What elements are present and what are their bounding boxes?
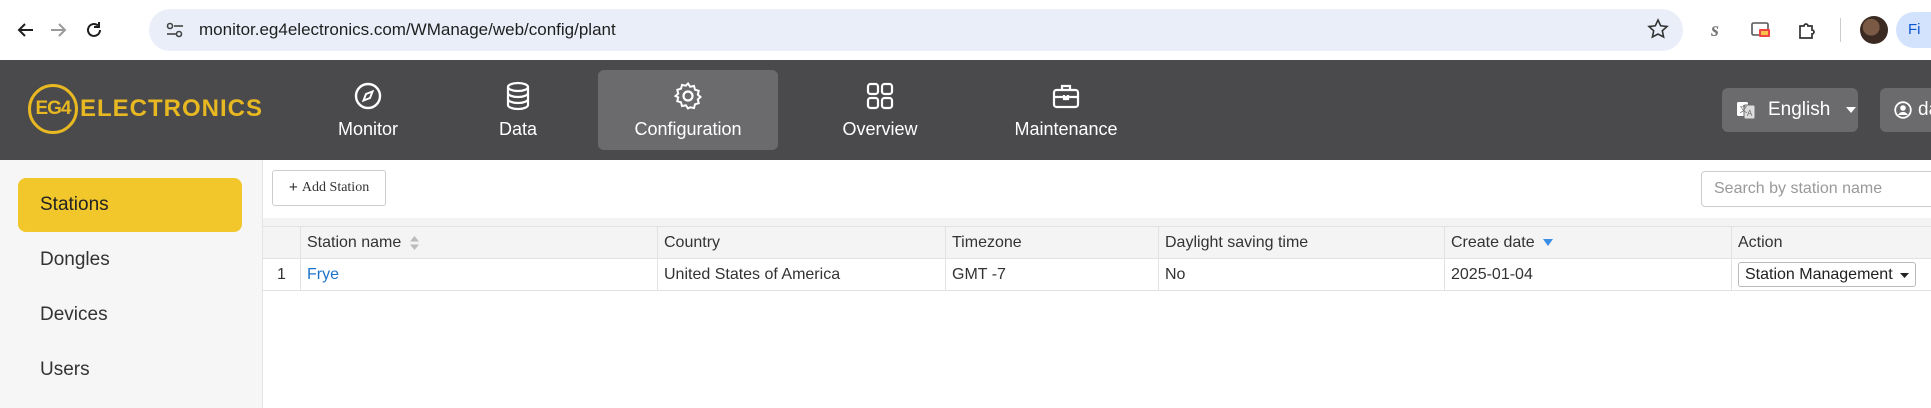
profile-avatar[interactable] [1860,16,1888,44]
forward-button[interactable] [42,12,74,48]
nav-configuration[interactable]: Configuration [598,70,778,150]
back-button[interactable] [10,12,42,48]
nav-label: Overview [842,118,918,139]
language-label: English [1768,99,1831,120]
timezone-cell: GMT -7 [945,259,1158,290]
header-daylight-saving: Daylight saving time [1158,227,1444,258]
sidebar-item-dongles[interactable]: Dongles [18,233,242,287]
url-text[interactable]: monitor.eg4electronics.com/WManage/web/c… [199,20,616,40]
user-label: da [1918,99,1931,120]
table-header-row: Station name Country Timezone Daylight s… [263,226,1931,259]
add-station-label: Add Station [301,180,370,195]
header-index [263,227,300,258]
database-icon [506,81,530,110]
add-station-button[interactable]: + Add Station [272,170,386,206]
grid-icon [866,82,894,109]
toolbar-divider [1840,18,1841,42]
action-cell: Station Management [1731,259,1931,290]
plus-icon: + [288,179,298,196]
country-cell: United States of America [657,259,945,290]
browser-chrome: monitor.eg4electronics.com/WManage/web/c… [0,0,1931,60]
sidebar-item-users[interactable]: Users [18,343,242,397]
stations-table: Station name Country Timezone Daylight s… [263,226,1931,291]
bookmark-star-icon[interactable] [1647,18,1669,40]
profile-button[interactable]: Fi [1896,12,1931,48]
language-selector[interactable]: 文 A English [1722,88,1858,132]
logo-mark: EG4 [28,84,78,134]
extensions-puzzle-icon[interactable] [1792,14,1822,46]
gear-icon [673,81,703,110]
header-station-name[interactable]: Station name [300,227,657,258]
nav-overview[interactable]: Overview [790,70,970,150]
user-circle-icon [1894,101,1912,119]
cast-icon[interactable] [1746,14,1776,46]
station-name-link[interactable]: Frye [307,266,339,283]
nav-data[interactable]: Data [428,70,608,150]
reload-button[interactable] [78,12,110,48]
sidebar: Stations Dongles Devices Users [0,160,263,408]
action-label: Station Management [1745,266,1893,283]
header-create-date[interactable]: Create date [1444,227,1731,258]
daylight-saving-cell: No [1158,259,1444,290]
nav-label: Data [498,118,538,139]
user-menu[interactable]: da [1880,88,1931,132]
header-timezone: Timezone [945,227,1158,258]
row-index: 1 [277,266,286,283]
arrow-right-icon [51,23,67,37]
nav-label: Configuration [634,118,742,139]
caret-down-icon [1900,273,1909,278]
header-country: Country [657,227,945,258]
svg-text:A: A [1747,109,1753,118]
nav-label: Maintenance [1014,118,1118,139]
station-name-cell: Frye [300,259,657,290]
site-info-icon[interactable] [163,18,187,42]
nav-label: Monitor [337,118,399,139]
sidebar-item-devices[interactable]: Devices [18,288,242,342]
eg4-logo[interactable]: EG4 ELECTRONICS [28,84,263,134]
station-search-input[interactable] [1701,171,1931,207]
station-management-dropdown[interactable]: Station Management [1738,262,1916,287]
caret-down-icon [1846,107,1857,113]
toolbar-separator [263,218,1931,226]
arrow-left-icon [17,23,33,37]
app-header: EG4 ELECTRONICS Monitor Data Configurati… [0,60,1931,160]
nav-maintenance[interactable]: Maintenance [976,70,1156,150]
table-row: 1 Frye United States of America GMT -7 N… [263,259,1931,291]
reload-icon [87,22,101,37]
toolbox-icon [1052,84,1080,108]
translate-icon: 文 A [1737,102,1756,120]
sidebar-item-stations[interactable]: Stations [18,178,242,232]
compass-icon [354,82,382,109]
sort-icon[interactable] [409,235,419,250]
logo-text: ELECTRONICS [80,95,264,122]
sort-desc-icon[interactable] [1543,239,1554,247]
content-toolbar: + Add Station [263,160,1931,218]
header-action: Action [1731,227,1931,258]
extension-s-icon[interactable]: s [1700,14,1730,46]
address-bar[interactable]: monitor.eg4electronics.com/WManage/web/c… [149,9,1683,51]
create-date-cell: 2025-01-04 [1444,259,1731,290]
